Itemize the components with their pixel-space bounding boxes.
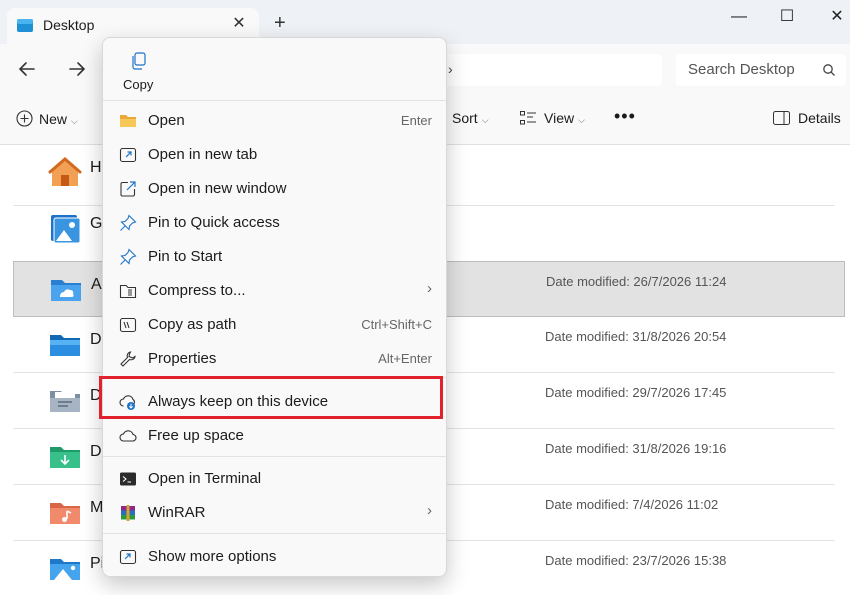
cloud-folder-icon bbox=[51, 280, 81, 301]
context-menu: Copy Open Enter Open in new tab Open in … bbox=[102, 37, 447, 577]
date-modified: Date modified: 29/7/2026 17:45 bbox=[545, 385, 727, 400]
forward-arrow-icon[interactable] bbox=[64, 58, 90, 80]
menu-item-properties[interactable]: Properties Alt+Enter bbox=[107, 343, 442, 375]
sort-label: Sort bbox=[452, 110, 478, 126]
more-options-button[interactable]: ••• bbox=[614, 106, 636, 127]
search-input[interactable]: Search Desktop bbox=[676, 54, 846, 86]
search-icon[interactable] bbox=[822, 63, 836, 77]
details-button[interactable]: Details bbox=[773, 110, 841, 126]
menu-item-show-more-options[interactable]: Show more options bbox=[107, 541, 442, 573]
plus-circle-icon bbox=[16, 110, 33, 127]
file-name: D bbox=[90, 331, 102, 348]
date-modified: Date modified: 7/4/2026 11:02 bbox=[545, 497, 719, 512]
pictures-folder-icon bbox=[50, 559, 80, 580]
home-icon bbox=[48, 157, 82, 186]
documents-folder-icon bbox=[50, 391, 80, 412]
desktop-icon bbox=[17, 19, 33, 32]
menu-item-winrar[interactable]: WinRAR › bbox=[107, 497, 442, 529]
menu-item-label: Compress to... bbox=[148, 282, 246, 299]
menu-item-label: Open in new tab bbox=[148, 146, 258, 163]
chevron-down-icon: ⌵ bbox=[481, 115, 489, 125]
menu-item-label: Open in Terminal bbox=[148, 470, 262, 487]
menu-item-shortcut: Alt+Enter bbox=[378, 351, 432, 366]
copy-label: Copy bbox=[123, 77, 154, 92]
menu-item-label: WinRAR bbox=[148, 504, 206, 521]
details-label: Details bbox=[798, 110, 841, 126]
menu-item-label: Show more options bbox=[148, 548, 277, 565]
chevron-down-icon: ⌵ bbox=[71, 116, 78, 126]
view-label: View bbox=[544, 110, 575, 126]
chevron-right-icon: › bbox=[427, 502, 432, 519]
winrar-icon bbox=[121, 505, 135, 521]
menu-item-shortcut: Ctrl+Shift+C bbox=[361, 317, 432, 332]
file-name: H bbox=[90, 159, 102, 176]
minimize-button[interactable]: — bbox=[724, 5, 754, 29]
date-modified: Date modified: 23/7/2026 15:38 bbox=[545, 553, 727, 568]
date-modified: Date modified: 26/7/2026 11:24 bbox=[546, 274, 727, 289]
menu-item-label: Free up space bbox=[148, 427, 244, 444]
zip-folder-icon bbox=[119, 284, 137, 299]
cloud-icon bbox=[119, 430, 137, 442]
menu-item-open[interactable]: Open Enter bbox=[107, 105, 442, 137]
menu-item-label: Pin to Start bbox=[148, 248, 223, 265]
date-modified: Date modified: 31/8/2026 19:16 bbox=[545, 441, 727, 456]
search-placeholder: Search Desktop bbox=[688, 61, 795, 78]
new-window-icon bbox=[120, 181, 136, 197]
chevron-right-icon: › bbox=[427, 280, 432, 297]
menu-item-free-up-space[interactable]: Free up space bbox=[107, 420, 442, 452]
pin-icon bbox=[120, 214, 137, 231]
new-tab-icon bbox=[119, 147, 137, 163]
breadcrumb[interactable]: › bbox=[440, 54, 662, 86]
file-name: A bbox=[91, 276, 102, 293]
folder-icon bbox=[120, 115, 136, 127]
desktop-folder-icon bbox=[50, 335, 80, 356]
menu-item-pin-to-start[interactable]: Pin to Start bbox=[107, 241, 442, 273]
back-arrow-icon[interactable] bbox=[14, 58, 40, 80]
menu-item-shortcut: Enter bbox=[400, 113, 432, 128]
new-tab-button[interactable]: + bbox=[274, 13, 286, 33]
menu-item-open-in-new-window[interactable]: Open in new window bbox=[107, 173, 442, 205]
close-tab-icon[interactable]: ✕ bbox=[229, 14, 249, 34]
copy-icon bbox=[132, 52, 146, 70]
menu-item-open-in-new-tab[interactable]: Open in new tab bbox=[107, 139, 442, 171]
menu-item-label: Open in new window bbox=[148, 180, 287, 197]
new-label: New bbox=[39, 111, 68, 127]
copy-path-icon bbox=[119, 317, 137, 333]
terminal-icon bbox=[120, 472, 136, 486]
new-button[interactable]: New ⌵ bbox=[16, 110, 78, 127]
music-folder-icon bbox=[50, 503, 80, 524]
more-options-icon bbox=[119, 549, 137, 565]
file-name: G bbox=[90, 215, 103, 232]
menu-item-label: Properties bbox=[148, 350, 217, 367]
menu-divider bbox=[103, 456, 446, 457]
chevron-down-icon: ⌵ bbox=[578, 115, 585, 125]
pin-icon bbox=[120, 248, 137, 265]
sort-button[interactable]: Sort ⌵ bbox=[452, 110, 489, 126]
maximize-button[interactable]: ☐ bbox=[772, 5, 802, 29]
date-modified: Date modified: 31/8/2026 20:54 bbox=[545, 329, 727, 344]
menu-item-copy-as-path[interactable]: Copy as path Ctrl+Shift+C bbox=[107, 309, 442, 341]
menu-divider bbox=[103, 533, 446, 534]
menu-item-compress-to[interactable]: Compress to... › bbox=[107, 275, 442, 307]
downloads-folder-icon bbox=[50, 447, 80, 468]
menu-item-label: Open bbox=[148, 112, 185, 129]
wrench-icon bbox=[120, 351, 136, 367]
view-list-icon bbox=[520, 111, 536, 125]
file-name: D bbox=[90, 443, 102, 460]
menu-item-pin-to-quick-access[interactable]: Pin to Quick access bbox=[107, 207, 442, 239]
highlight-box bbox=[99, 376, 443, 419]
close-window-button[interactable]: ✕ bbox=[822, 5, 850, 29]
copy-button[interactable]: Copy bbox=[113, 48, 163, 98]
breadcrumb-chevron-icon[interactable]: › bbox=[448, 61, 453, 77]
tab-title: Desktop bbox=[43, 17, 95, 33]
details-pane-icon bbox=[773, 111, 790, 125]
menu-divider bbox=[103, 100, 446, 101]
menu-item-label: Copy as path bbox=[148, 316, 237, 333]
gallery-icon bbox=[51, 215, 81, 244]
view-button[interactable]: View ⌵ bbox=[520, 110, 585, 126]
menu-item-label: Pin to Quick access bbox=[148, 214, 280, 231]
menu-item-open-in-terminal[interactable]: Open in Terminal bbox=[107, 463, 442, 495]
